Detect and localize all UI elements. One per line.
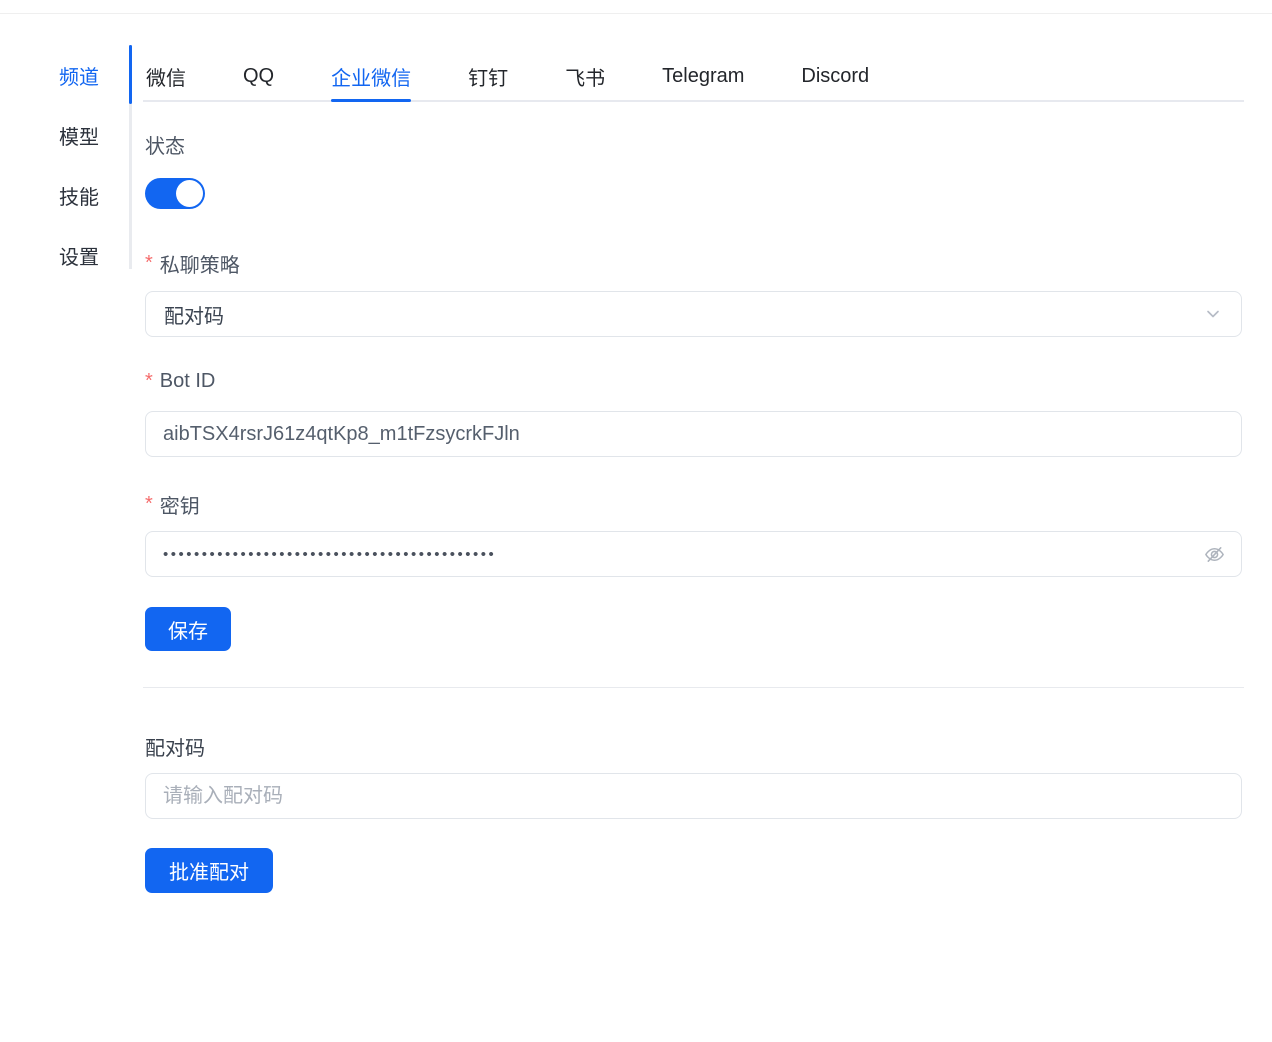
tab-feishu[interactable]: 飞书	[565, 50, 605, 102]
required-mark: *	[145, 493, 153, 516]
tab-label: 钉钉	[468, 62, 508, 91]
toggle-knob	[176, 180, 203, 207]
pairing-code-label: 配对码	[145, 732, 205, 761]
sidebar-item-skills[interactable]: 技能	[0, 165, 129, 225]
tab-label: 微信	[146, 62, 186, 91]
sidebar-item-label: 技能	[59, 181, 99, 210]
sidebar-active-indicator	[129, 45, 132, 104]
secret-input[interactable]	[145, 531, 1242, 577]
status-label-text: 状态	[145, 130, 185, 159]
secret-label-text: 密钥	[160, 490, 200, 519]
tab-label: 企业微信	[331, 62, 411, 91]
bot-id-input[interactable]	[145, 411, 1242, 457]
sidebar: 频道 模型 技能 设置	[0, 45, 129, 285]
tab-discord[interactable]: Discord	[801, 50, 869, 102]
chevron-down-icon	[1203, 304, 1223, 324]
secret-field	[145, 531, 1242, 577]
secret-label: * 密钥	[145, 490, 200, 519]
channel-tabbar: 微信 QQ 企业微信 钉钉 飞书 Telegram Discord	[143, 50, 1244, 102]
required-mark: *	[145, 252, 153, 275]
tab-label: QQ	[243, 65, 274, 88]
section-divider	[143, 687, 1244, 688]
required-mark: *	[145, 370, 153, 393]
tab-telegram[interactable]: Telegram	[662, 50, 744, 102]
tab-label: Telegram	[662, 65, 744, 88]
status-label: 状态	[145, 130, 185, 159]
save-button[interactable]: 保存	[145, 607, 231, 651]
tabbar-underline	[143, 100, 1244, 102]
tab-wechat[interactable]: 微信	[146, 50, 186, 102]
sidebar-item-label: 模型	[59, 121, 99, 150]
tab-label: 飞书	[565, 62, 605, 91]
status-toggle[interactable]	[145, 178, 205, 209]
bot-id-label: * Bot ID	[145, 370, 215, 393]
strategy-select[interactable]: 配对码	[145, 291, 1242, 337]
strategy-label: * 私聊策略	[145, 249, 240, 278]
sidebar-item-channels[interactable]: 频道	[0, 45, 129, 105]
pairing-code-input[interactable]	[145, 773, 1242, 819]
sidebar-item-settings[interactable]: 设置	[0, 225, 129, 285]
sidebar-item-label: 设置	[59, 241, 99, 270]
sidebar-item-models[interactable]: 模型	[0, 105, 129, 165]
strategy-select-value: 配对码	[164, 300, 224, 329]
tab-wecom[interactable]: 企业微信	[331, 50, 411, 102]
strategy-label-text: 私聊策略	[160, 249, 240, 278]
top-divider	[0, 13, 1272, 14]
tab-qq[interactable]: QQ	[243, 50, 274, 102]
pairing-code-label-text: 配对码	[145, 732, 205, 761]
approve-pairing-button[interactable]: 批准配对	[145, 848, 273, 893]
bot-id-label-text: Bot ID	[160, 370, 216, 393]
eye-invisible-icon[interactable]	[1202, 542, 1226, 566]
tab-label: Discord	[801, 65, 869, 88]
sidebar-item-label: 频道	[59, 61, 99, 90]
tab-dingtalk[interactable]: 钉钉	[468, 50, 508, 102]
